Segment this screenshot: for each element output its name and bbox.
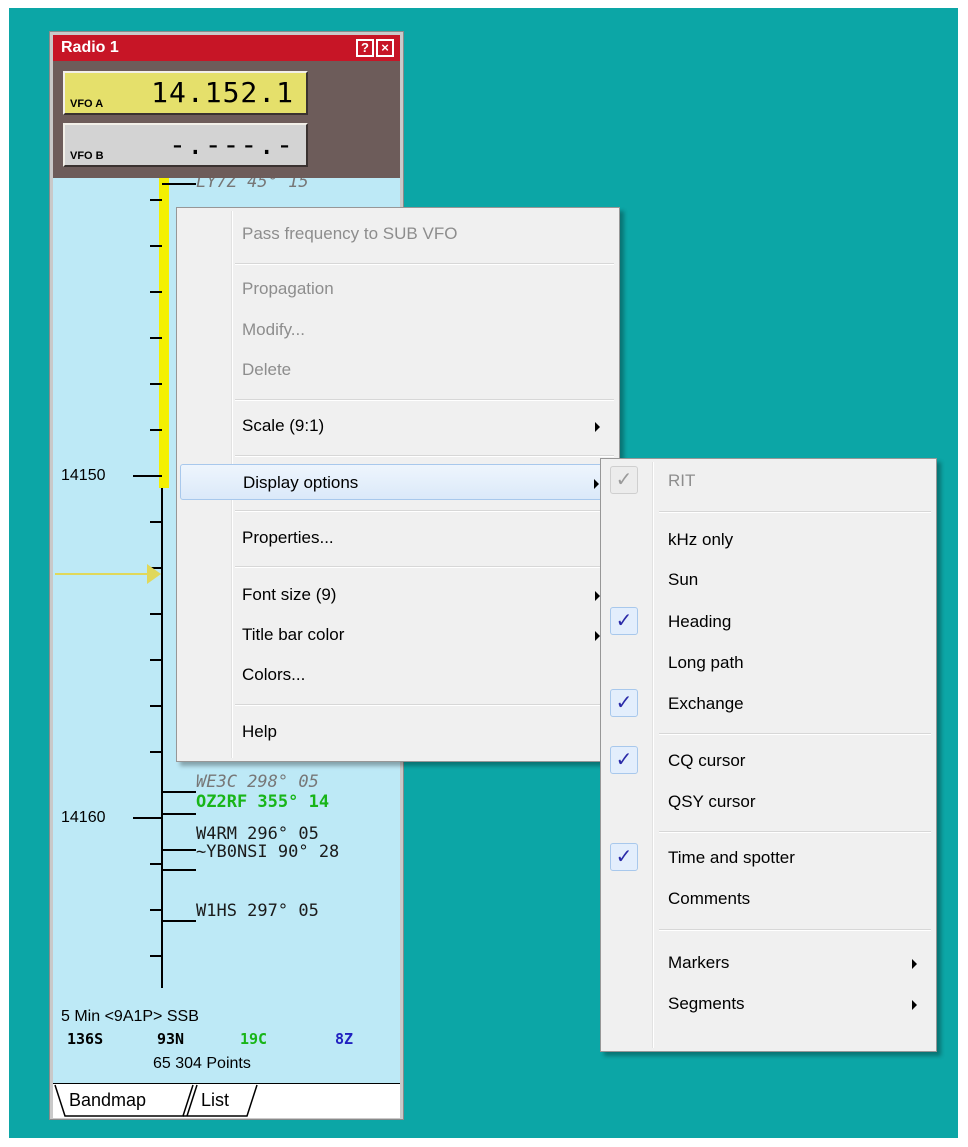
checkmark-icon: ✓ xyxy=(610,689,638,717)
option-long-path[interactable]: Long path xyxy=(604,645,933,681)
menu-pass-frequency[interactable]: Pass frequency to SUB VFO xyxy=(180,216,616,252)
checkmark-icon: ✓ xyxy=(610,466,638,494)
vfo-a-label: VFO A xyxy=(70,98,104,110)
close-button[interactable]: × xyxy=(376,39,394,57)
points-total: 65 304 Points xyxy=(153,1055,251,1072)
title-bar[interactable]: Radio 1 ? × xyxy=(53,35,400,61)
tab-strip: Bandmap List xyxy=(53,1083,400,1118)
checkmark-icon: ✓ xyxy=(610,607,638,635)
option-exchange[interactable]: ✓ Exchange xyxy=(604,686,933,722)
vfo-b-display[interactable]: VFO B -.---.- xyxy=(63,123,308,167)
context-menu: Pass frequency to SUB VFO Propagation Mo… xyxy=(176,207,620,762)
menu-modify[interactable]: Modify... xyxy=(180,312,616,348)
desktop: Radio 1 ? × VFO A 14.152.1 VFO B -.---.- xyxy=(9,8,958,1138)
menu-separator xyxy=(659,733,931,735)
scale-label-14150: 14150 xyxy=(61,467,106,484)
menu-propagation[interactable]: Propagation xyxy=(180,271,616,307)
spot-oz2rf[interactable]: OZ2RF 355° 14 xyxy=(196,792,329,812)
menu-separator xyxy=(659,511,931,513)
menu-separator xyxy=(235,704,614,706)
checkmark-icon: ✓ xyxy=(610,843,638,871)
scale-label-14160: 14160 xyxy=(61,809,106,826)
display-options-submenu: ✓ RIT kHz only Sun ✓ Heading Long path ✓ Ex… xyxy=(600,458,937,1052)
menu-separator xyxy=(235,510,614,512)
window-title: Radio 1 xyxy=(61,39,119,56)
stat-stations: 136S xyxy=(67,1030,104,1048)
stat-n: 93N xyxy=(157,1030,185,1048)
submenu-arrow-icon xyxy=(912,959,917,969)
menu-separator xyxy=(235,263,614,265)
menu-separator xyxy=(659,929,931,931)
vfo-panel: VFO A 14.152.1 VFO B -.---.- xyxy=(53,61,400,178)
submenu-arrow-icon xyxy=(912,1000,917,1010)
spot-w4rm[interactable]: W4RM 296° 05 xyxy=(196,824,319,844)
stat-z: 8Z xyxy=(335,1030,354,1048)
menu-display-options[interactable]: Display options xyxy=(180,464,616,500)
option-khz-only[interactable]: kHz only xyxy=(604,522,933,558)
menu-delete[interactable]: Delete xyxy=(180,352,616,388)
help-button[interactable]: ? xyxy=(356,39,374,57)
option-cq-cursor[interactable]: ✓ CQ cursor xyxy=(604,743,933,779)
spot-ly7z[interactable]: LY7Z 45° 15 xyxy=(196,178,309,192)
segment-marker xyxy=(159,178,169,488)
spot-we3c[interactable]: WE3C 298° 05 xyxy=(196,772,319,792)
submenu-arrow-icon xyxy=(595,422,600,432)
option-qsy-cursor[interactable]: QSY cursor xyxy=(604,784,933,820)
option-segments[interactable]: Segments xyxy=(604,986,933,1022)
vfo-a-frequency: 14.152.1 xyxy=(151,76,294,109)
menu-properties[interactable]: Properties... xyxy=(180,520,616,556)
vfo-b-frequency: -.---.- xyxy=(168,128,294,161)
menu-title-bar-color[interactable]: Title bar color xyxy=(180,617,616,653)
option-time-and-spotter[interactable]: ✓ Time and spotter xyxy=(604,840,933,876)
stat-c: 19C xyxy=(240,1030,268,1048)
vfo-b-label: VFO B xyxy=(70,150,104,162)
option-rit[interactable]: ✓ RIT xyxy=(604,463,933,499)
menu-font-size[interactable]: Font size (9) xyxy=(180,577,616,613)
spot-w1hs[interactable]: W1HS 297° 05 xyxy=(196,901,319,921)
menu-scale[interactable]: Scale (9:1) xyxy=(180,408,616,444)
submenu-arrow-icon xyxy=(594,479,599,489)
option-sun[interactable]: Sun xyxy=(604,562,933,598)
checkmark-icon: ✓ xyxy=(610,746,638,774)
info-panel: 5 Min <9A1P> SSB 136S 93N 19C 8Z 65 304 … xyxy=(53,1008,400,1083)
menu-colors[interactable]: Colors... xyxy=(180,657,616,693)
option-heading[interactable]: ✓ Heading xyxy=(604,604,933,640)
menu-separator xyxy=(235,455,614,457)
menu-separator xyxy=(235,566,614,568)
menu-help[interactable]: Help xyxy=(180,714,616,750)
option-comments[interactable]: Comments xyxy=(604,881,933,917)
menu-separator xyxy=(659,831,931,833)
info-line-status: 5 Min <9A1P> SSB xyxy=(61,1008,199,1025)
option-markers[interactable]: Markers xyxy=(604,945,933,981)
tab-bandmap[interactable]: Bandmap xyxy=(69,1090,146,1111)
vfo-a-display[interactable]: VFO A 14.152.1 xyxy=(63,71,308,115)
spot-yb0nsi[interactable]: ~YB0NSI 90° 28 xyxy=(196,842,339,862)
menu-separator xyxy=(235,399,614,401)
tab-list[interactable]: List xyxy=(201,1090,229,1111)
